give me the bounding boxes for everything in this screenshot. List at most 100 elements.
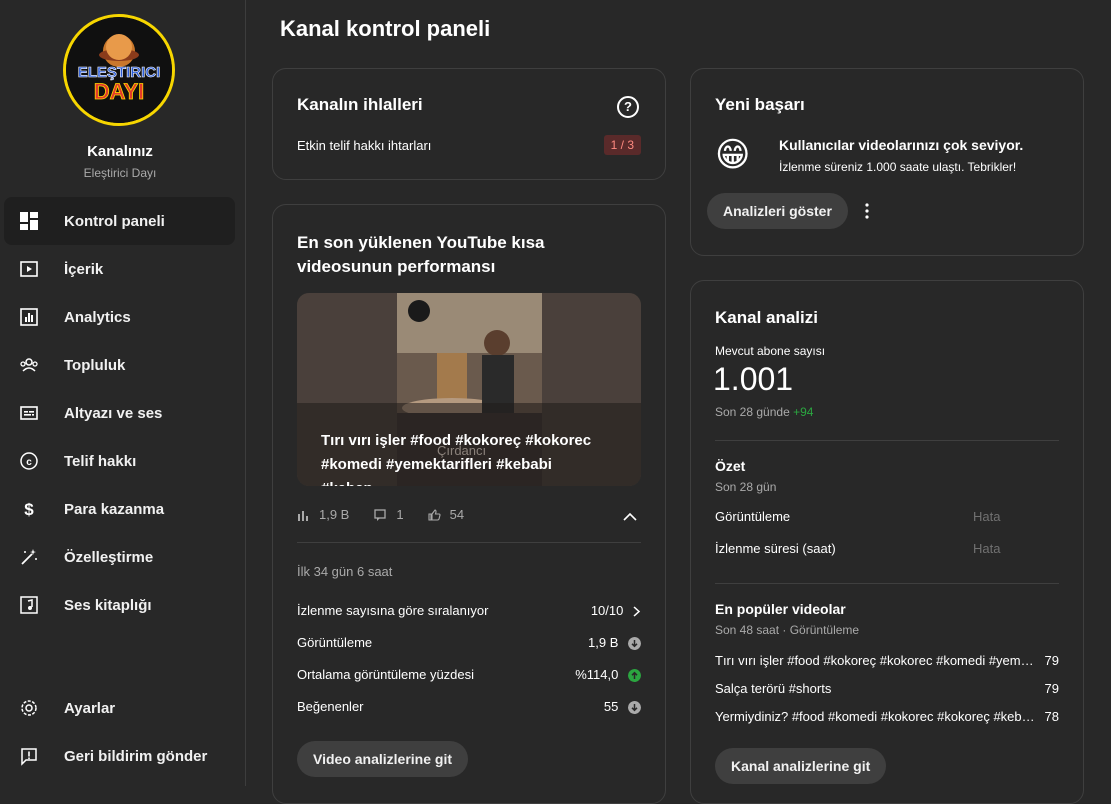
sidebar-item-label: Telif hakkı	[64, 452, 137, 470]
channel-name: Eleştirici Dayı	[83, 166, 157, 180]
top-video-title: Yermiydiniz? #food #komedi #kokorec #kok…	[715, 709, 1035, 724]
summary-label: Görüntüleme	[715, 509, 791, 524]
channel-section-title: Kanalınız	[87, 143, 153, 160]
chevron-up-icon[interactable]	[623, 508, 637, 526]
chevron-right-icon	[633, 606, 641, 617]
top-video-row[interactable]: Salça terörü #shorts 79	[715, 681, 1059, 696]
sidebar-item-audio-library[interactable]: Ses kitaplığı	[4, 581, 235, 629]
help-icon[interactable]: ?	[617, 96, 639, 118]
comments-count: 1	[396, 507, 404, 522]
ranking-row[interactable]: İzlenme sayısına göre sıralanıyor 10/10	[297, 603, 641, 618]
svg-text:DAYI: DAYI	[94, 79, 145, 104]
views-icon	[298, 510, 308, 521]
arrow-down-icon	[628, 637, 641, 651]
period-label: İlk 34 gün 6 saat	[297, 564, 393, 579]
sidebar-item-content[interactable]: İçerik	[4, 245, 235, 293]
row-label: Ortalama görüntüleme yüzdesi	[297, 667, 475, 683]
row-label: Görüntüleme	[297, 635, 373, 651]
likes-row: Beğenenler 55	[297, 699, 641, 715]
sidebar-item-label: Özelleştirme	[64, 548, 154, 566]
gear-icon	[18, 697, 40, 719]
sidebar-item-label: Ayarlar	[64, 699, 116, 717]
sidebar-item-customization[interactable]: Özelleştirme	[4, 533, 235, 581]
row-value-wrap: %114,0	[575, 667, 641, 683]
top-video-views: 78	[1044, 709, 1059, 724]
latest-short-card: En son yüklenen YouTube kısa videosunun …	[272, 204, 666, 804]
row-value-wrap: 10/10	[591, 603, 641, 618]
views-value: 1,9 B	[588, 635, 619, 650]
top-video-row[interactable]: Yermiydiniz? #food #komedi #kokorec #kok…	[715, 709, 1059, 724]
sidebar-item-label: İçerik	[64, 260, 104, 278]
sidebar-item-community[interactable]: Topluluk	[4, 341, 235, 389]
achievement-text: İzlenme süreniz 1.000 saate ulaştı. Tebr…	[779, 160, 1017, 174]
sidebar-item-monetization[interactable]: $ Para kazanma	[4, 485, 235, 533]
strikes-badge: 1 / 3	[603, 135, 641, 155]
sidebar-item-label: Kontrol paneli	[64, 212, 165, 230]
comments-icon	[374, 508, 387, 521]
avg-view-percent-value: %114,0	[575, 667, 619, 682]
copyright-icon: c	[18, 450, 40, 472]
summary-value: Hata	[973, 541, 1001, 556]
sidebar-item-settings[interactable]: Ayarlar	[4, 684, 235, 732]
views-count: 1,9 B	[319, 507, 350, 522]
grinning-face-icon: 😁	[715, 136, 751, 174]
go-to-channel-analytics-button[interactable]: Kanal analizlerine git	[715, 748, 887, 784]
top-video-row[interactable]: Tırı vırı işler #food #kokoreç #kokorec …	[715, 653, 1059, 668]
summary-label: İzlenme süresi (saat)	[715, 541, 836, 556]
sidebar-item-label: Geri bildirim gönder	[64, 747, 208, 765]
achievement-headline: Kullanıcılar videolarınızı çok seviyor.	[779, 137, 1024, 153]
dollar-icon: $	[18, 498, 40, 520]
community-icon	[18, 354, 40, 376]
analytics-icon	[18, 306, 40, 328]
video-thumbnail[interactable]: Çırdancı Tırı vırı işler #food #kokoreç …	[297, 293, 641, 486]
sidebar-item-label: Altyazı ve ses	[64, 404, 163, 422]
arrow-down-icon	[628, 701, 641, 715]
top-video-views: 79	[1044, 681, 1059, 696]
ranking-value: 10/10	[590, 603, 624, 618]
sidebar-item-subtitles[interactable]: Altyazı ve ses	[4, 389, 235, 437]
subscribers-label: Mevcut abone sayısı	[715, 344, 826, 358]
magic-wand-icon	[18, 546, 40, 568]
svg-text:c: c	[26, 457, 32, 468]
violations-card: Kanalın ihlalleri ? Etkin telif hakkı ih…	[272, 68, 666, 180]
feedback-icon	[18, 745, 40, 767]
summary-period: Son 28 gün	[715, 480, 777, 494]
more-options-icon[interactable]	[857, 201, 877, 221]
short-video-title: Tırı vırı işler #food #kokoreç #kokorec …	[321, 432, 592, 486]
subscribers-delta: +94	[793, 405, 814, 419]
go-to-video-analytics-button[interactable]: Video analizlerine git	[297, 741, 469, 777]
divider	[715, 583, 1059, 584]
short-stats: 1,9 B 1 54	[297, 507, 464, 522]
like-icon	[428, 508, 441, 521]
top-videos-period: Son 48 saat · Görüntüleme	[715, 623, 860, 637]
achievement-card: Yeni başarı 😁 Kullanıcılar videolarınızı…	[690, 68, 1084, 256]
divider	[715, 440, 1059, 441]
summary-value: Hata	[973, 509, 1001, 524]
latest-short-title: En son yüklenen YouTube kısa videosunun …	[297, 233, 545, 276]
violations-title: Kanalın ihlalleri	[297, 95, 423, 114]
channel-logo: ELEŞTIRICI DAYI	[66, 17, 172, 123]
show-analytics-button[interactable]: Analizleri göster	[707, 193, 848, 229]
likes-count: 54	[449, 507, 465, 522]
top-video-title: Salça terörü #shorts	[715, 681, 832, 696]
top-video-title: Tırı vırı işler #food #kokoreç #kokorec …	[715, 653, 1034, 668]
sidebar-item-dashboard[interactable]: Kontrol paneli	[4, 197, 235, 245]
copyright-strikes-label: Etkin telif hakkı ihtarları	[297, 138, 432, 153]
avg-view-percent-row: Ortalama görüntüleme yüzdesi %114,0	[297, 667, 641, 683]
sidebar-item-analytics[interactable]: Analytics	[4, 293, 235, 341]
views-row: Görüntüleme 1,9 B	[297, 635, 641, 651]
sidebar-item-label: Ses kitaplığı	[64, 596, 152, 614]
content-icon	[18, 258, 40, 280]
row-label: İzlenme sayısına göre sıralanıyor	[297, 603, 489, 618]
period-prefix: Son 28 günde	[715, 405, 790, 419]
svg-text:$: $	[24, 500, 34, 519]
arrow-up-icon	[628, 669, 641, 683]
summary-title: Özet	[715, 458, 746, 474]
divider	[297, 542, 641, 543]
channel-avatar[interactable]: ELEŞTIRICI DAYI	[63, 14, 175, 126]
main-content: Kanal kontrol paneli Kanalın ihlalleri ?…	[247, 0, 1111, 804]
achievement-title: Yeni başarı	[715, 95, 805, 114]
sidebar-item-feedback[interactable]: Geri bildirim gönder	[4, 732, 235, 780]
sidebar-item-copyright[interactable]: c Telif hakkı	[4, 437, 235, 485]
subtitles-icon	[18, 402, 40, 424]
